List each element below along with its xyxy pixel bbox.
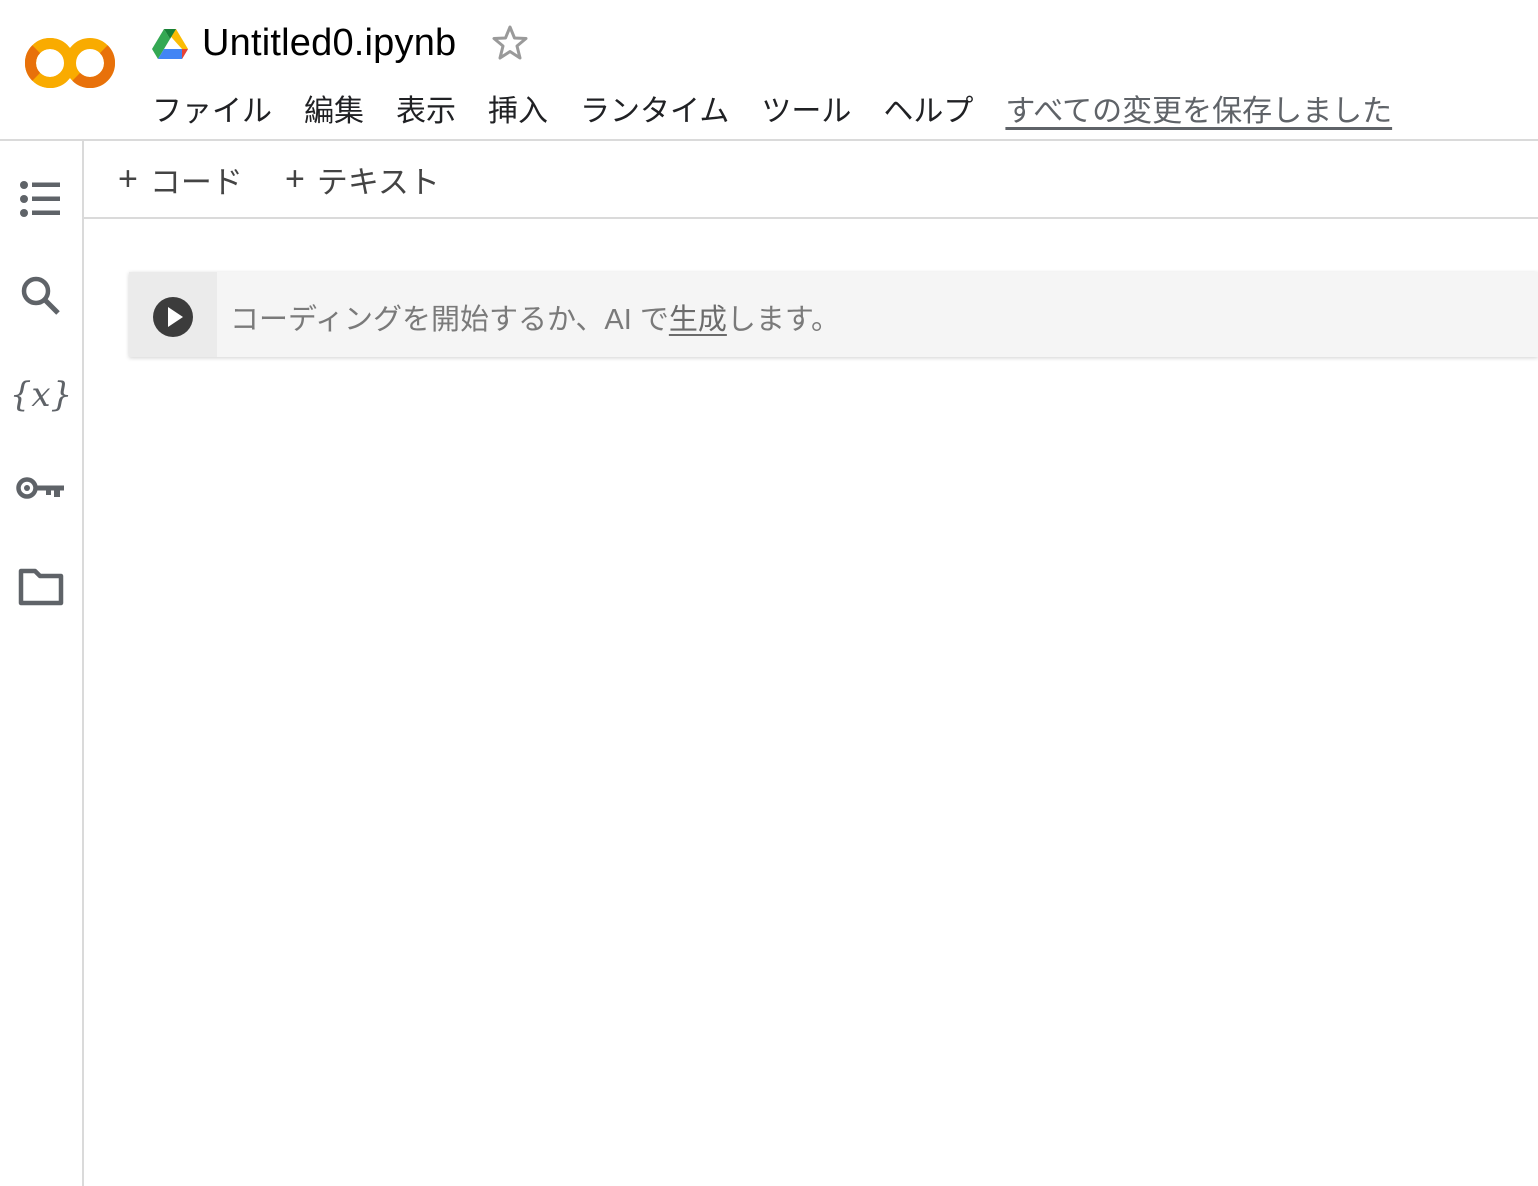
add-text-label: テキスト bbox=[316, 165, 440, 200]
code-cell[interactable]: コーディングを開始するか、AI で生成します。 bbox=[129, 272, 1538, 357]
title-row: Untitled0.ipynb bbox=[152, 18, 530, 68]
star-icon[interactable] bbox=[490, 23, 530, 63]
cell-gutter bbox=[129, 272, 217, 357]
sidebar-item-variables[interactable]: {x} bbox=[9, 367, 73, 423]
placeholder-text: コーディングを開始するか、AI で bbox=[230, 304, 669, 336]
variables-icon: {x} bbox=[9, 375, 73, 415]
menu-help[interactable]: ヘルプ bbox=[883, 86, 973, 130]
search-icon bbox=[19, 274, 63, 323]
menu-file[interactable]: ファイル bbox=[152, 86, 272, 130]
list-icon bbox=[19, 179, 63, 224]
left-sidebar: {x} bbox=[0, 141, 84, 1186]
generate-link[interactable]: 生成 bbox=[669, 304, 727, 336]
menu-edit[interactable]: 編集 bbox=[304, 86, 364, 130]
sidebar-item-search[interactable] bbox=[13, 270, 69, 326]
placeholder-text-end: します。 bbox=[726, 304, 840, 336]
notebook-toolbar: + コード + テキスト bbox=[84, 141, 1538, 219]
play-circle-icon bbox=[153, 297, 193, 337]
sidebar-item-files[interactable] bbox=[13, 561, 69, 617]
cell-editor-placeholder[interactable]: コーディングを開始するか、AI で生成します。 bbox=[230, 296, 840, 338]
notebook-title[interactable]: Untitled0.ipynb bbox=[202, 22, 456, 65]
add-code-cell-button[interactable]: + コード bbox=[118, 157, 243, 202]
folder-icon bbox=[17, 567, 65, 612]
save-status-link[interactable]: すべての変更を保存しました bbox=[1005, 86, 1392, 130]
run-cell-button[interactable] bbox=[152, 296, 194, 338]
sidebar-item-table-of-contents[interactable] bbox=[13, 173, 69, 229]
add-code-label: コード bbox=[149, 165, 243, 200]
add-text-cell-button[interactable]: + テキスト bbox=[285, 157, 440, 202]
menu-runtime[interactable]: ランタイム bbox=[580, 86, 729, 130]
plus-icon: + bbox=[285, 160, 305, 198]
header: Untitled0.ipynb ファイル 編集 表示 挿入 ランタイム ツール … bbox=[0, 0, 1538, 141]
key-icon bbox=[16, 475, 66, 508]
plus-icon: + bbox=[118, 160, 138, 198]
menu-insert[interactable]: 挿入 bbox=[488, 86, 548, 130]
menu-bar: ファイル 編集 表示 挿入 ランタイム ツール ヘルプ すべての変更を保存しまし… bbox=[152, 86, 1392, 130]
menu-view[interactable]: 表示 bbox=[396, 86, 456, 130]
sidebar-item-secrets[interactable] bbox=[13, 463, 69, 519]
colab-logo[interactable] bbox=[24, 34, 118, 92]
menu-tools[interactable]: ツール bbox=[761, 86, 851, 130]
google-drive-icon[interactable] bbox=[152, 27, 188, 59]
